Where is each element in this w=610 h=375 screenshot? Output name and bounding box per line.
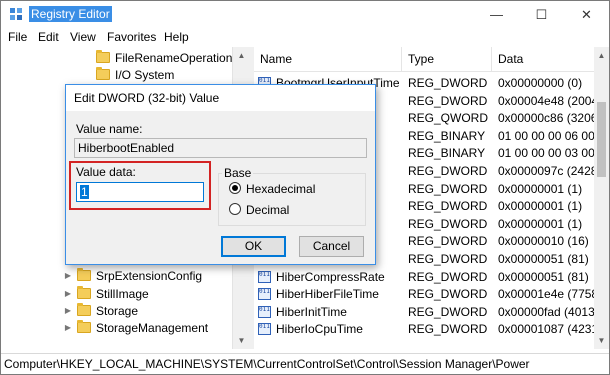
tree-item-label: Storage [96,304,139,318]
value-row[interactable]: 011 110 HiberInitTime REG_DWORD 0x00000fad … [254,303,594,321]
hexadecimal-label[interactable]: Hexadecimal [246,182,315,196]
binary-value-icon: 011 110 [258,288,271,301]
value-data-cell: 0x00000fad (4013) [498,304,594,319]
binary-value-icon: 011 110 [258,305,271,318]
value-type-cell: REG_DWORD [408,304,488,319]
value-type-cell: REG_BINARY [408,128,486,143]
cancel-button[interactable]: Cancel [299,236,364,257]
folder-icon [96,50,110,63]
decimal-radio[interactable] [229,203,241,215]
value-data-cell: 0x00000001 (1) [498,199,583,214]
tree-item-label: StorageManagement [96,321,209,335]
value-name-cell: HiberCompressRate [276,269,385,284]
value-type-cell: REG_DWORD [408,216,488,231]
decimal-label[interactable]: Decimal [246,203,289,217]
binary-value-icon: 011 110 [258,323,271,336]
folder-icon [77,303,91,316]
value-data-cell: 0x00000000 (0) [498,76,583,90]
scroll-down-icon[interactable]: ▼ [594,332,609,349]
minimize-button[interactable]: — [474,1,519,28]
menu-edit[interactable]: Edit [38,30,59,45]
list-scrollbar[interactable]: ▲ ▼ [594,47,609,349]
dialog-title-bar[interactable]: Edit DWORD (32-bit) Value [66,85,375,111]
value-type-cell: REG_DWORD [408,199,488,214]
value-data-input[interactable]: 1 [76,182,204,202]
dialog-title: Edit DWORD (32-bit) Value [74,91,220,105]
value-name-cell: HiberHiberFileTime [276,287,379,302]
value-type-cell: REG_DWORD [408,181,488,196]
value-name-label: Value name: [76,122,143,136]
folder-icon [77,320,91,333]
value-type-cell: REG_DWORD [408,93,488,108]
value-data-cell: 0x0000097c (2428) [498,164,594,178]
hexadecimal-radio[interactable] [229,182,241,194]
value-data-cell: 0x00000c86 (3206) [498,111,594,126]
column-header-type[interactable]: Type [402,47,492,72]
menu-favorites[interactable]: Favorites [107,30,156,45]
value-name-cell: HiberInitTime [276,304,347,319]
value-data-cell: 0x00000051 (81) [498,269,589,284]
value-data-cell: 0x00000010 (16) [498,234,589,249]
tree-item-label: I/O System [115,68,175,82]
registry-editor-window: Registry Editor — ☐ ✕ File Edit View Fav… [0,0,610,375]
tree-item-label: FileRenameOperations [115,51,239,65]
folder-icon [77,286,91,299]
menu-view[interactable]: View [70,30,96,45]
window-title: Registry Editor [29,6,112,22]
value-name-cell: HiberIoCpuTime [276,322,363,337]
title-bar[interactable]: Registry Editor — ☐ ✕ [1,1,609,28]
chevron-right-icon[interactable]: ▶ [63,302,73,320]
menu-help[interactable]: Help [164,30,189,45]
column-header-name[interactable]: Name [254,47,402,72]
value-type-cell: REG_DWORD [408,164,488,178]
value-row[interactable]: 011 110 HiberHiberFileTime REG_DWORD 0x0000… [254,285,594,303]
chevron-right-icon[interactable]: ▶ [63,267,73,285]
close-button[interactable]: ✕ [564,1,609,28]
ok-button[interactable]: OK [221,236,286,257]
value-type-cell: REG_DWORD [408,76,488,90]
registry-editor-icon [10,8,22,20]
base-group [218,173,366,226]
scroll-thumb[interactable] [597,102,606,177]
chevron-right-icon[interactable]: ▶ [63,319,73,337]
value-data-cell: 0x00004e48 (20040) [498,93,594,108]
chevron-right-icon[interactable]: ▶ [63,285,73,303]
value-type-cell: REG_BINARY [408,146,486,161]
tree-item-label: SrpExtensionConfig [96,269,203,283]
column-header-data[interactable]: Data [492,47,594,72]
value-type-cell: REG_DWORD [408,269,488,284]
value-type-cell: REG_DWORD [408,322,488,337]
value-data-cell: 0x00000001 (1) [498,216,583,231]
value-row[interactable]: 011 110 HiberCompressRate REG_DWORD 0x00000… [254,268,594,286]
value-data-cell: 01 00 00 00 03 00 00 [498,146,594,161]
value-type-cell: REG_DWORD [408,252,488,266]
value-type-cell: REG_QWORD [408,111,489,126]
value-data-cell: 0x00000051 (81) [498,252,589,266]
status-bar-path: Computer\HKEY_LOCAL_MACHINE\SYSTEM\Curre… [1,353,609,374]
list-header: Name Type Data [254,47,594,72]
scroll-down-icon[interactable]: ▼ [233,332,250,349]
value-data-text: 1 [80,185,89,199]
menu-file[interactable]: File [8,30,27,45]
menu-bar: File Edit View Favorites Help [1,28,609,47]
value-data-cell: 0x00001087 (4231) [498,322,594,337]
maximize-button[interactable]: ☐ [519,1,564,28]
value-data-label: Value data: [76,165,136,179]
value-data-cell: 0x00001e4e (7758) [498,287,594,302]
value-type-cell: REG_DWORD [408,234,488,249]
binary-value-icon: 011 110 [258,270,271,283]
scroll-up-icon[interactable]: ▲ [594,47,609,64]
value-data-cell: 01 00 00 00 06 00 00 [498,128,594,143]
folder-icon [96,67,110,80]
value-name-field: HiberbootEnabled [74,138,367,158]
tree-item-label: StillImage [96,287,149,301]
value-row[interactable]: 011 110 HiberIoCpuTime REG_DWORD 0x00001087… [254,320,594,338]
base-label: Base [222,166,254,180]
edit-dword-dialog: Edit DWORD (32-bit) Value Value name: Hi… [65,84,376,265]
value-data-cell: 0x00000001 (1) [498,181,583,196]
value-type-cell: REG_DWORD [408,287,488,302]
scroll-up-icon[interactable]: ▲ [233,47,250,64]
folder-icon [77,268,91,281]
